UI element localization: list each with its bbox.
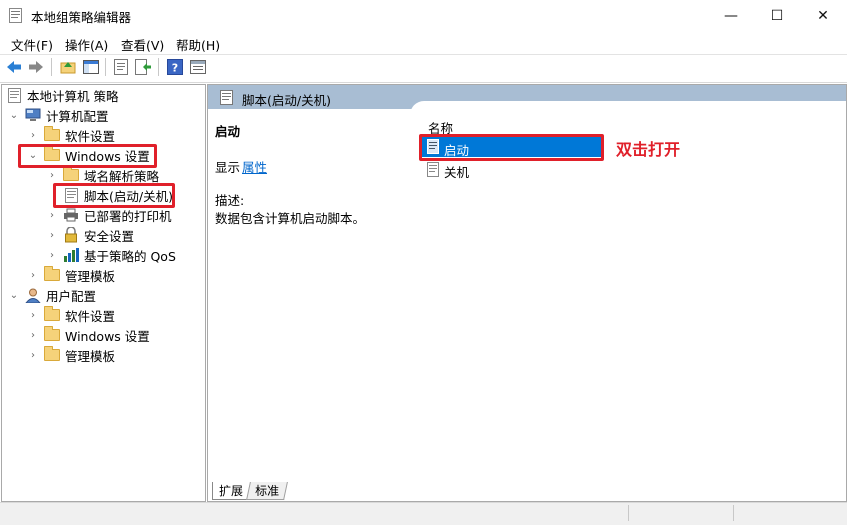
tree-item-cc-admin-templates[interactable]: › 管理模板 [27,265,115,285]
tree-label: 域名解析策略 [84,168,160,184]
tree-label: 本地计算机 策略 [27,88,119,104]
chevron-right-icon[interactable]: › [27,269,39,281]
show-hide-console-tree-icon[interactable] [82,58,100,76]
security-lock-icon [63,227,79,243]
tree-item-uc-admin-templates[interactable]: › 管理模板 [27,345,115,365]
list-item-label: 启动 [444,143,470,158]
script-icon [220,90,233,105]
printer-icon [63,207,79,223]
tree-label: Windows 设置 [65,328,150,344]
forward-arrow-icon[interactable] [27,58,45,76]
minimize-icon: — [724,7,738,24]
folder-icon [44,346,60,361]
tree-item-policy-based-qos[interactable]: › 基于策略的 QoS [46,245,176,265]
tree-item-uc-software-settings[interactable]: › 软件设置 [27,305,115,325]
close-button[interactable]: ✕ [800,0,846,31]
tree-item-uc-windows-settings[interactable]: › Windows 设置 [27,325,150,345]
chevron-right-icon[interactable]: › [27,129,39,141]
tree-label: 已部署的打印机 [84,208,172,224]
column-header-name[interactable]: 名称 [428,118,453,137]
chevron-down-icon[interactable]: ⌄ [8,109,20,121]
tree-item-user-configuration[interactable]: ⌄ 用户配置 [8,285,96,305]
menu-action[interactable]: 操作(A) [65,35,108,54]
maximize-button[interactable]: ☐ [754,0,800,31]
chevron-right-icon[interactable]: › [46,209,58,221]
menu-help[interactable]: 帮助(H) [176,35,220,54]
console-tree[interactable]: 本地计算机 策略 ⌄ 计算机配置 › 软件设置 ⌄ Windows 设置 › 域… [1,84,206,502]
properties-link[interactable]: 属性 [242,160,267,175]
chevron-down-icon[interactable]: ⌄ [8,289,20,301]
export-list-icon[interactable] [134,58,152,76]
description-label: 描述: [215,193,245,208]
chevron-down-icon[interactable]: ⌄ [27,149,39,161]
minimize-button[interactable]: — [708,0,754,31]
chevron-right-icon[interactable]: › [46,169,58,181]
status-separator [733,505,734,521]
svg-text:?: ? [172,62,178,75]
up-folder-icon[interactable] [59,58,77,76]
toolbar-separator [105,58,106,76]
tree-item-scripts-startup-shutdown[interactable]: 脚本(启动/关机) [63,185,173,205]
status-bar [0,502,847,525]
script-icon [63,187,79,203]
help-icon[interactable]: ? [166,58,184,76]
folder-icon [44,146,60,161]
tree-item-cc-windows-settings[interactable]: ⌄ Windows 设置 [27,145,150,165]
tree-item-computer-configuration[interactable]: ⌄ 计算机配置 [8,105,109,125]
properties-icon[interactable] [112,58,130,76]
computer-icon [25,107,41,123]
toolbar-separator [158,58,159,76]
tree-label: 计算机配置 [46,108,109,124]
tree-label: Windows 设置 [65,148,150,164]
chevron-right-icon[interactable]: › [46,249,58,261]
tree-label: 安全设置 [84,228,135,244]
chevron-right-icon[interactable]: › [46,229,58,241]
policy-document-icon [6,87,22,103]
folder-icon [44,306,60,321]
maximize-icon: ☐ [770,7,784,24]
chevron-right-icon[interactable]: › [27,329,39,341]
folder-icon [44,326,60,341]
description-text: 数据包含计算机启动脚本。 [215,211,366,226]
tree-label: 管理模板 [65,348,116,364]
annotation-double-click-open: 双击打开 [616,140,681,159]
tree-item-deployed-printers[interactable]: › 已部署的打印机 [46,205,172,225]
chevron-right-icon[interactable]: › [27,349,39,361]
tab-standard[interactable]: 标准 [246,482,288,500]
display-label: 显示 [215,160,241,175]
status-separator [628,505,629,521]
tree-item-cc-software-settings[interactable]: › 软件设置 [27,125,115,145]
tree-label: 管理模板 [65,268,116,284]
menu-view[interactable]: 查看(V) [121,35,164,54]
tab-extended[interactable]: 扩展 [212,482,250,500]
toolbar-separator [51,58,52,76]
list-item-shutdown[interactable]: 关机 [444,162,469,181]
script-icon [427,139,439,154]
back-arrow-icon[interactable] [5,58,23,76]
folder-icon [44,266,60,281]
tree-label: 用户配置 [46,288,97,304]
filter-view-icon[interactable] [189,58,207,76]
folder-icon [63,166,79,181]
details-header-title: 脚本(启动/关机) [242,93,331,108]
tree-item-name-resolution-policy[interactable]: › 域名解析策略 [46,165,159,185]
tree-label: 脚本(启动/关机) [84,188,173,204]
detail-heading: 启动 [215,124,241,139]
tree-label: 软件设置 [65,128,116,144]
menu-file[interactable]: 文件(F) [11,35,53,54]
qos-chart-icon [63,247,79,263]
tree-label: 基于策略的 QoS [84,248,176,264]
policy-editor-app-icon [9,8,22,23]
script-icon [427,162,439,177]
tree-label: 软件设置 [65,308,116,324]
window-title: 本地组策略编辑器 [31,10,132,25]
chevron-right-icon[interactable]: › [27,309,39,321]
user-icon [25,287,41,303]
tab-label: 标准 [255,484,280,498]
tree-item-local-computer-policy[interactable]: 本地计算机 策略 [6,85,118,105]
tree-item-security-settings[interactable]: › 安全设置 [46,225,134,245]
folder-icon [44,126,60,141]
details-pane: 脚本(启动/关机) 启动 显示 属性 描述: 数据包含计算机启动脚本。 名称 启… [207,84,847,502]
close-icon: ✕ [817,7,829,24]
